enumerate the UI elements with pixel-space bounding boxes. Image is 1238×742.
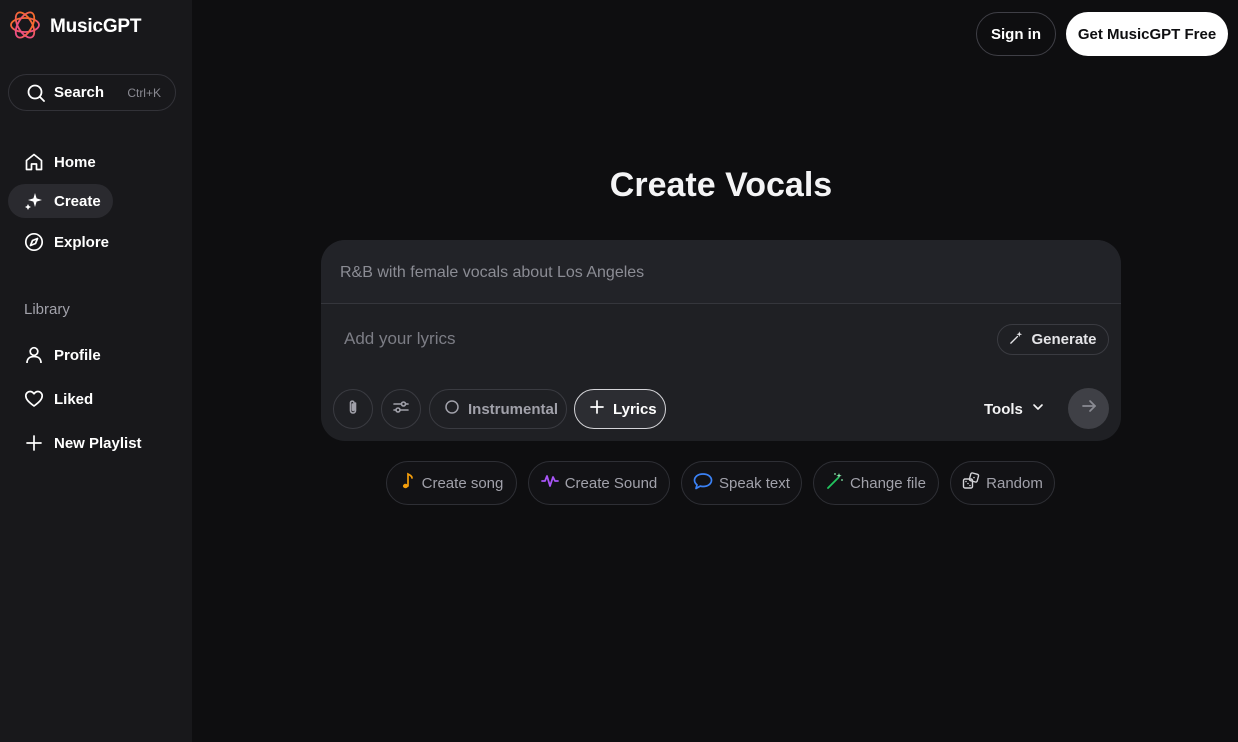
library-heading: Library xyxy=(24,301,70,318)
nav-item-label: New Playlist xyxy=(54,434,142,452)
magic-pen-icon xyxy=(1009,330,1024,349)
nav-item-label: Create xyxy=(54,192,101,210)
quick-speak-text[interactable]: Speak text xyxy=(681,461,802,505)
sliders-icon xyxy=(392,398,410,421)
get-musicgpt-free-button[interactable]: Get MusicGPT Free xyxy=(1066,12,1228,56)
nav-item-home[interactable]: Home xyxy=(8,145,112,179)
magic-wand-icon xyxy=(826,472,844,494)
quick-random[interactable]: Random xyxy=(950,461,1055,505)
app-name: MusicGPT xyxy=(50,16,142,37)
tools-dropdown[interactable]: Tools xyxy=(984,398,1045,420)
prompt-input[interactable]: R&B with female vocals about Los Angeles xyxy=(321,240,1121,304)
quick-create-sound[interactable]: Create Sound xyxy=(528,461,670,505)
heart-icon xyxy=(24,389,44,409)
sign-in-button[interactable]: Sign in xyxy=(976,12,1056,56)
instrumental-toggle[interactable]: Instrumental xyxy=(429,389,567,429)
logo[interactable]: MusicGPT xyxy=(8,8,142,47)
quick-action-label: Speak text xyxy=(719,474,790,492)
generate-label: Generate xyxy=(1031,331,1097,348)
quick-action-label: Create Sound xyxy=(564,474,658,492)
prompt-placeholder: R&B with female vocals about Los Angeles xyxy=(340,264,645,281)
sidebar: MusicGPT Search Ctrl+K Home Create Explo… xyxy=(0,0,192,742)
home-icon xyxy=(24,152,44,172)
page-title: Create Vocals xyxy=(609,166,833,204)
nav-item-create[interactable]: Create xyxy=(8,184,113,218)
search-shortcut: Ctrl+K xyxy=(127,85,161,100)
waveform-icon xyxy=(540,473,559,493)
plus-icon xyxy=(589,399,605,419)
quick-action-label: Change file xyxy=(850,474,926,492)
nav-item-label: Profile xyxy=(54,346,101,364)
settings-button[interactable] xyxy=(381,389,421,429)
musicgpt-logo-icon xyxy=(8,8,42,47)
dice-icon xyxy=(962,472,980,494)
nav-item-liked[interactable]: Liked xyxy=(8,382,109,416)
search-label: Search xyxy=(54,84,105,101)
paperclip-icon xyxy=(344,398,362,421)
quick-change-file[interactable]: Change file xyxy=(813,461,939,505)
compass-icon xyxy=(24,232,44,252)
search-icon xyxy=(26,83,46,103)
quick-action-label: Create song xyxy=(421,474,504,492)
nav-item-label: Explore xyxy=(54,233,110,251)
nav-item-label: Home xyxy=(54,153,96,171)
speech-bubble-icon xyxy=(693,472,713,494)
radio-circle-icon xyxy=(444,399,460,419)
submit-button[interactable] xyxy=(1068,388,1109,429)
sparkle-icon xyxy=(24,191,44,211)
music-note-icon xyxy=(400,472,416,494)
tools-label: Tools xyxy=(984,400,1023,418)
lyrics-toggle[interactable]: Lyrics xyxy=(574,389,666,429)
generate-lyrics-button[interactable]: Generate xyxy=(997,324,1109,355)
instrumental-label: Instrumental xyxy=(468,400,559,418)
quick-create-song[interactable]: Create song xyxy=(386,461,517,505)
quick-action-label: Random xyxy=(986,474,1043,492)
chevron-down-icon xyxy=(1031,400,1045,418)
arrow-right-icon xyxy=(1080,397,1098,420)
nav-item-profile[interactable]: Profile xyxy=(8,338,117,372)
nav-item-label: Liked xyxy=(54,390,94,408)
plus-icon xyxy=(24,433,44,453)
user-icon xyxy=(24,345,44,365)
attach-file-button[interactable] xyxy=(333,389,373,429)
composer-panel: R&B with female vocals about Los Angeles… xyxy=(321,240,1121,441)
lyrics-label: Lyrics xyxy=(613,400,657,418)
nav-item-new-playlist[interactable]: New Playlist xyxy=(8,426,158,460)
search-button[interactable]: Search Ctrl+K xyxy=(8,74,176,111)
lyrics-input[interactable]: Add your lyrics xyxy=(344,329,455,349)
nav-item-explore[interactable]: Explore xyxy=(8,225,125,259)
